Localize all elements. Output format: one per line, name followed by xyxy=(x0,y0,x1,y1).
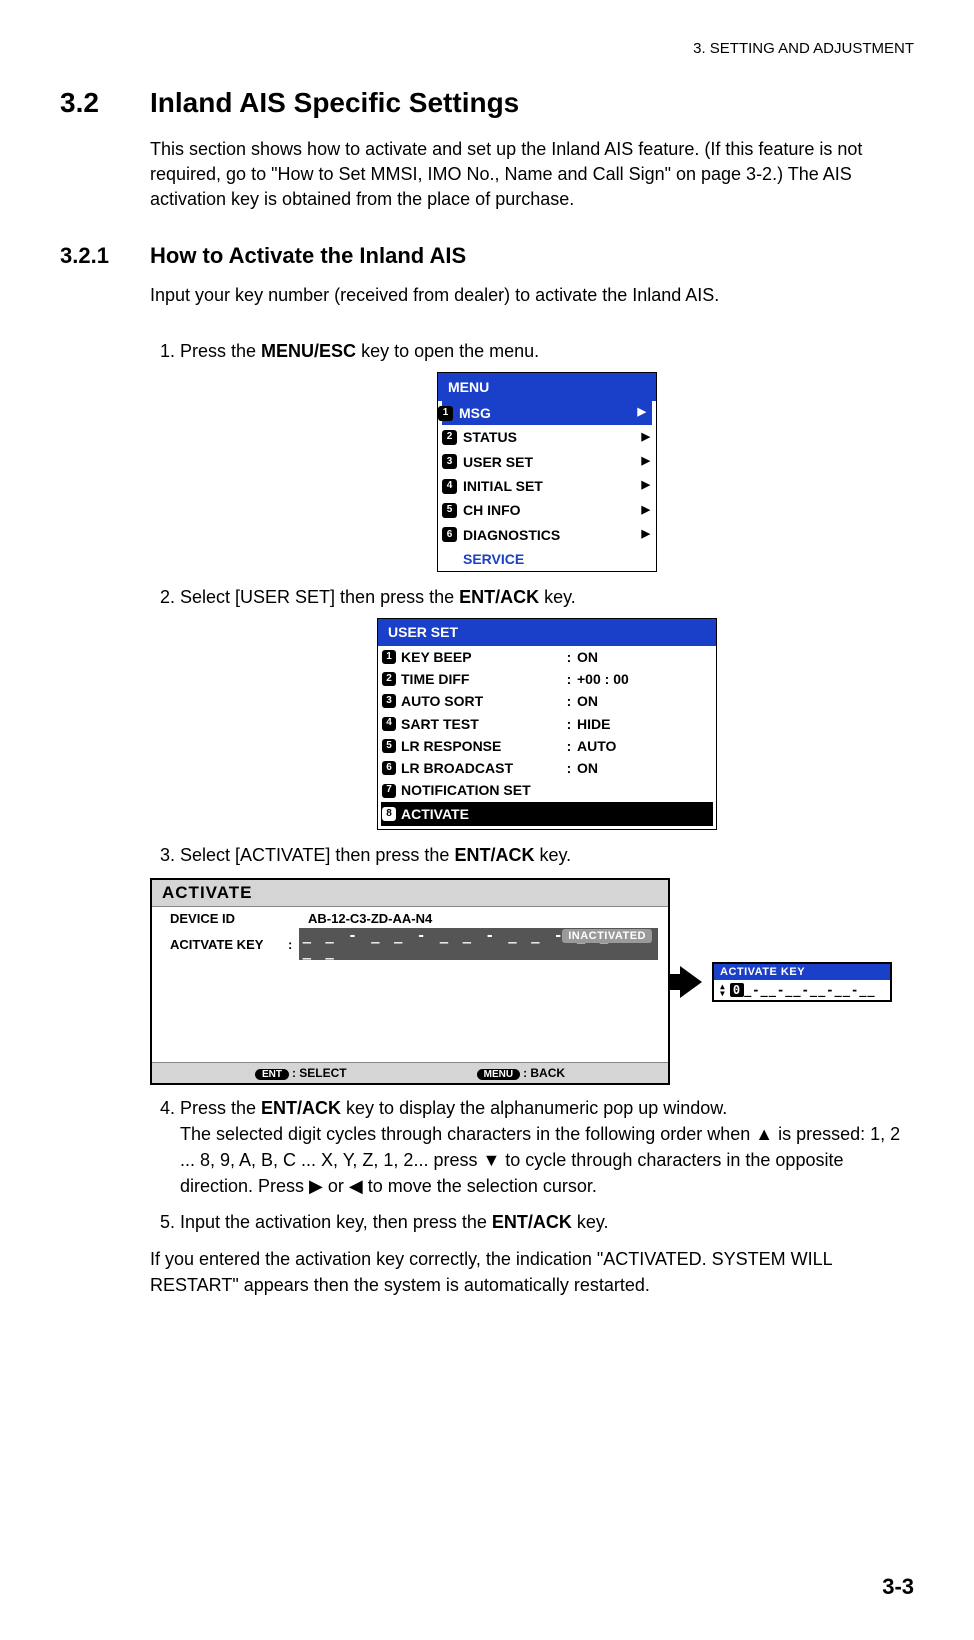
chevron-right-icon: ▶ xyxy=(642,527,650,543)
key-name: ENT/ACK xyxy=(492,1212,572,1232)
closing-paragraph: If you entered the activation key correc… xyxy=(150,1246,914,1298)
ent-pill: ENT xyxy=(255,1069,289,1080)
selected-digit: 0 xyxy=(730,983,744,997)
device-id-row: DEVICE ID AB-12-C3-ZD-AA-N4 xyxy=(170,911,658,926)
chevron-right-icon: ▶ xyxy=(642,430,650,446)
menu-item-label: DIAGNOSTICS xyxy=(463,525,642,545)
section-body: This section shows how to activate and s… xyxy=(150,137,914,213)
menu-item-label: CH INFO xyxy=(463,500,642,520)
step-3: Select [ACTIVATE] then press the ENT/ACK… xyxy=(180,842,914,868)
popup-title: ACTIVATE KEY xyxy=(714,964,890,980)
menu-pill: MENU xyxy=(477,1069,520,1080)
userset-row: 5LR RESPONSE:AUTO xyxy=(378,735,716,757)
step-2: Select [USER SET] then press the ENT/ACK… xyxy=(180,584,914,830)
steps-list-cont: Press the ENT/ACK key to display the alp… xyxy=(150,1095,914,1235)
key-name: ENT/ACK xyxy=(459,587,539,607)
status-badge: INACTIVATED xyxy=(562,929,652,943)
menu-item-chinfo: 5 CH INFO ▶ xyxy=(438,498,656,522)
activate-key-popup: ACTIVATE KEY ▲▼ 0_-__-__-__-__-__ xyxy=(712,962,892,1002)
num-badge: 4 xyxy=(442,479,457,494)
menu-item-msg: 1 MSG ▶ xyxy=(442,401,652,425)
num-badge: 3 xyxy=(442,454,457,469)
step-1: Press the MENU/ESC key to open the menu.… xyxy=(180,338,914,572)
key-name: ENT/ACK xyxy=(454,845,534,865)
userset-title: USER SET xyxy=(378,619,716,645)
arrow-right-icon xyxy=(680,966,702,998)
chevron-right-icon: ▶ xyxy=(642,454,650,470)
chapter-header: 3. SETTING AND ADJUSTMENT xyxy=(60,40,914,57)
menu-item-service: SERVICE xyxy=(438,547,656,571)
num-badge: 2 xyxy=(442,430,457,445)
menu-item-status: 2 STATUS ▶ xyxy=(438,425,656,449)
chevron-right-icon: ▶ xyxy=(642,478,650,494)
activate-figure: ACTIVATE DEVICE ID AB-12-C3-ZD-AA-N4 ACI… xyxy=(150,878,914,1085)
userset-screenshot: USER SET 1KEY BEEP:ON 2TIME DIFF:+00 : 0… xyxy=(377,618,717,830)
steps-list: Press the MENU/ESC key to open the menu.… xyxy=(150,338,914,868)
step-5: Input the activation key, then press the… xyxy=(180,1209,914,1235)
menu-item-initialset: 4 INITIAL SET ▶ xyxy=(438,474,656,498)
activate-title: ACTIVATE xyxy=(152,880,668,907)
menu-item-label: SERVICE xyxy=(463,549,524,569)
userset-row: 4SART TEST:HIDE xyxy=(378,713,716,735)
section-name: Inland AIS Specific Settings xyxy=(150,87,519,119)
num-badge: 1 xyxy=(438,406,453,421)
userset-row: 2TIME DIFF:+00 : 00 xyxy=(378,668,716,690)
userset-row: 7NOTIFICATION SET xyxy=(378,779,716,801)
menu-item-label: INITIAL SET xyxy=(463,476,642,496)
subsection-number: 3.2.1 xyxy=(60,243,150,269)
menu-item-label: STATUS xyxy=(463,427,642,447)
page-number: 3-3 xyxy=(882,1574,914,1600)
key-name: MENU/ESC xyxy=(261,341,356,361)
subsection-intro: Input your key number (received from dea… xyxy=(150,283,914,308)
userset-row: 3AUTO SORT:ON xyxy=(378,690,716,712)
step-4: Press the ENT/ACK key to display the alp… xyxy=(180,1095,914,1199)
userset-row: 6LR BROADCAST:ON xyxy=(378,757,716,779)
menu-item-userset: 3 USER SET ▶ xyxy=(438,450,656,474)
menu-item-label: MSG xyxy=(459,403,638,423)
activate-screenshot: ACTIVATE DEVICE ID AB-12-C3-ZD-AA-N4 ACI… xyxy=(150,878,670,1085)
subsection-title: 3.2.1 How to Activate the Inland AIS xyxy=(60,243,914,269)
num-badge: 6 xyxy=(442,527,457,542)
chevron-right-icon: ▶ xyxy=(642,503,650,519)
key-name: ENT/ACK xyxy=(261,1098,341,1118)
menu-screenshot: MENU 1 MSG ▶ 2 STATUS ▶ 3 USER SET ▶ xyxy=(437,372,657,572)
num-badge: 5 xyxy=(442,503,457,518)
menu-item-label: USER SET xyxy=(463,452,642,472)
chevron-right-icon: ▶ xyxy=(638,405,646,421)
section-number: 3.2 xyxy=(60,87,150,119)
userset-row: 1KEY BEEP:ON xyxy=(378,646,716,668)
subsection-name: How to Activate the Inland AIS xyxy=(150,243,466,269)
menu-item-diagnostics: 6 DIAGNOSTICS ▶ xyxy=(438,523,656,547)
up-down-arrows-icon: ▲▼ xyxy=(720,983,726,997)
userset-row-selected: 8ACTIVATE xyxy=(381,802,713,826)
menu-title: MENU xyxy=(438,373,656,401)
section-title: 3.2 Inland AIS Specific Settings xyxy=(60,87,914,119)
activate-footer: ENT: SELECT MENU: BACK xyxy=(152,1062,668,1083)
